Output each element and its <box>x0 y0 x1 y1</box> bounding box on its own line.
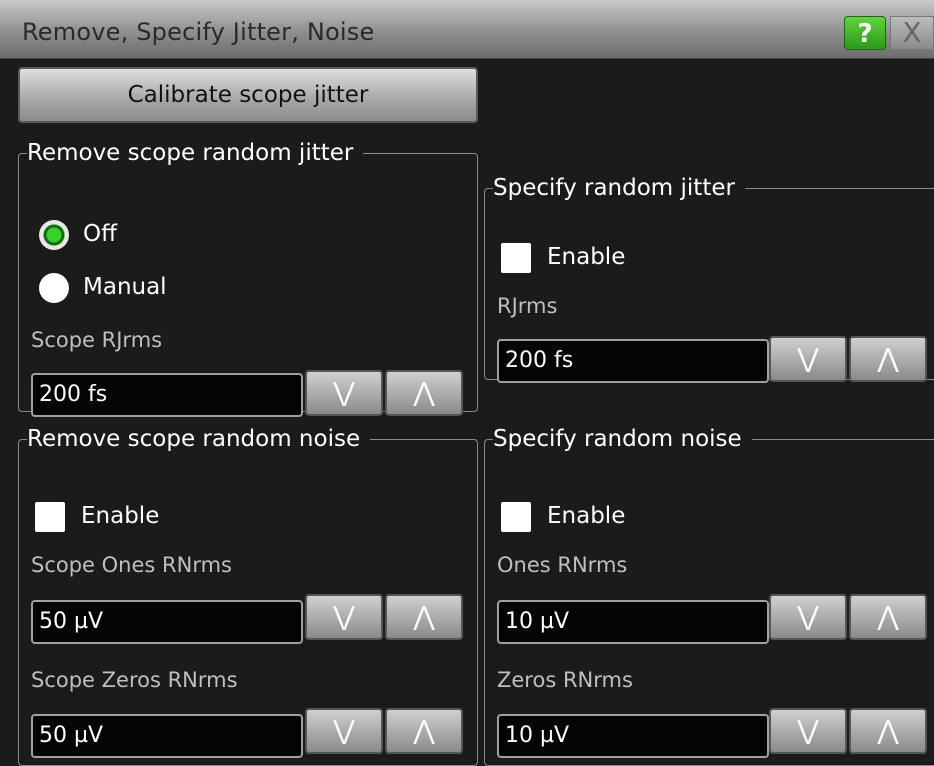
remove-jitter-group: Remove scope random jitter Off Manual Sc… <box>18 140 478 417</box>
close-icon: X <box>902 16 922 49</box>
remove-noise-enable-checkbox[interactable] <box>35 502 65 532</box>
scope-rjrms-up-button[interactable]: ⋀ <box>385 370 463 416</box>
off-radio-label: Off <box>83 221 117 247</box>
calibrate-scope-jitter-button[interactable]: Calibrate scope jitter <box>18 67 478 123</box>
scope-zeros-up-button[interactable]: ⋀ <box>385 708 463 754</box>
scope-rjrms-label: Scope RJrms <box>31 328 163 352</box>
chevron-up-icon: ⋀ <box>877 344 899 374</box>
scope-zeros-rnrms-label: Scope Zeros RNrms <box>31 668 238 692</box>
scope-rjrms-input[interactable]: 200 fs <box>31 373 303 417</box>
chevron-down-icon: ⋁ <box>797 602 819 632</box>
remove-noise-group: Remove scope random noise Enable Scope O… <box>18 426 478 766</box>
ones-rnrms-input[interactable]: 10 µV <box>497 600 769 644</box>
rjrms-down-button[interactable]: ⋁ <box>769 336 847 382</box>
zeros-rnrms-input[interactable]: 10 µV <box>497 714 769 758</box>
specify-jitter-enable-checkbox[interactable] <box>501 243 531 273</box>
rjrms-up-button[interactable]: ⋀ <box>849 336 927 382</box>
remove-jitter-legend: Remove scope random jitter <box>27 140 364 166</box>
remove-noise-legend: Remove scope random noise <box>27 426 371 452</box>
scope-zeros-down-button[interactable]: ⋁ <box>305 708 383 754</box>
chevron-down-icon: ⋁ <box>797 344 819 374</box>
off-radio[interactable] <box>39 220 69 250</box>
scope-zeros-rnrms-input[interactable]: 50 µV <box>31 714 303 758</box>
help-button[interactable]: ? <box>844 16 886 50</box>
help-icon: ? <box>857 19 873 49</box>
ones-up-button[interactable]: ⋀ <box>849 594 927 640</box>
window-title: Remove, Specify Jitter, Noise <box>22 18 375 46</box>
scope-ones-rnrms-input[interactable]: 50 µV <box>31 600 303 644</box>
zeros-up-button[interactable]: ⋀ <box>849 708 927 754</box>
chevron-up-icon: ⋀ <box>877 716 899 746</box>
chevron-down-icon: ⋁ <box>333 602 355 632</box>
specify-noise-enable-label: Enable <box>547 503 626 529</box>
manual-radio-label: Manual <box>83 274 167 300</box>
specify-jitter-legend: Specify random jitter <box>493 175 745 201</box>
zeros-rnrms-label: Zeros RNrms <box>497 668 633 692</box>
scope-rjrms-down-button[interactable]: ⋁ <box>305 370 383 416</box>
chevron-up-icon: ⋀ <box>413 716 435 746</box>
scope-ones-up-button[interactable]: ⋀ <box>385 594 463 640</box>
specify-jitter-group: Specify random jitter Enable RJrms 200 f… <box>484 175 934 383</box>
scope-ones-down-button[interactable]: ⋁ <box>305 594 383 640</box>
specify-noise-group: Specify random noise Enable Ones RNrms 1… <box>484 426 934 766</box>
ones-rnrms-label: Ones RNrms <box>497 553 628 577</box>
specify-noise-legend: Specify random noise <box>493 426 752 452</box>
manual-radio[interactable] <box>39 273 69 303</box>
chevron-up-icon: ⋀ <box>413 378 435 408</box>
specify-jitter-enable-label: Enable <box>547 244 626 270</box>
specify-noise-enable-checkbox[interactable] <box>501 502 531 532</box>
chevron-down-icon: ⋁ <box>333 378 355 408</box>
chevron-down-icon: ⋁ <box>333 716 355 746</box>
ones-down-button[interactable]: ⋁ <box>769 594 847 640</box>
close-button[interactable]: X <box>890 16 934 50</box>
rjrms-input[interactable]: 200 fs <box>497 339 769 383</box>
title-bar: Remove, Specify Jitter, Noise ? X <box>0 0 934 59</box>
zeros-down-button[interactable]: ⋁ <box>769 708 847 754</box>
rjrms-label: RJrms <box>497 294 558 318</box>
chevron-up-icon: ⋀ <box>877 602 899 632</box>
scope-ones-rnrms-label: Scope Ones RNrms <box>31 553 232 577</box>
chevron-down-icon: ⋁ <box>797 716 819 746</box>
remove-noise-enable-label: Enable <box>81 503 160 529</box>
chevron-up-icon: ⋀ <box>413 602 435 632</box>
